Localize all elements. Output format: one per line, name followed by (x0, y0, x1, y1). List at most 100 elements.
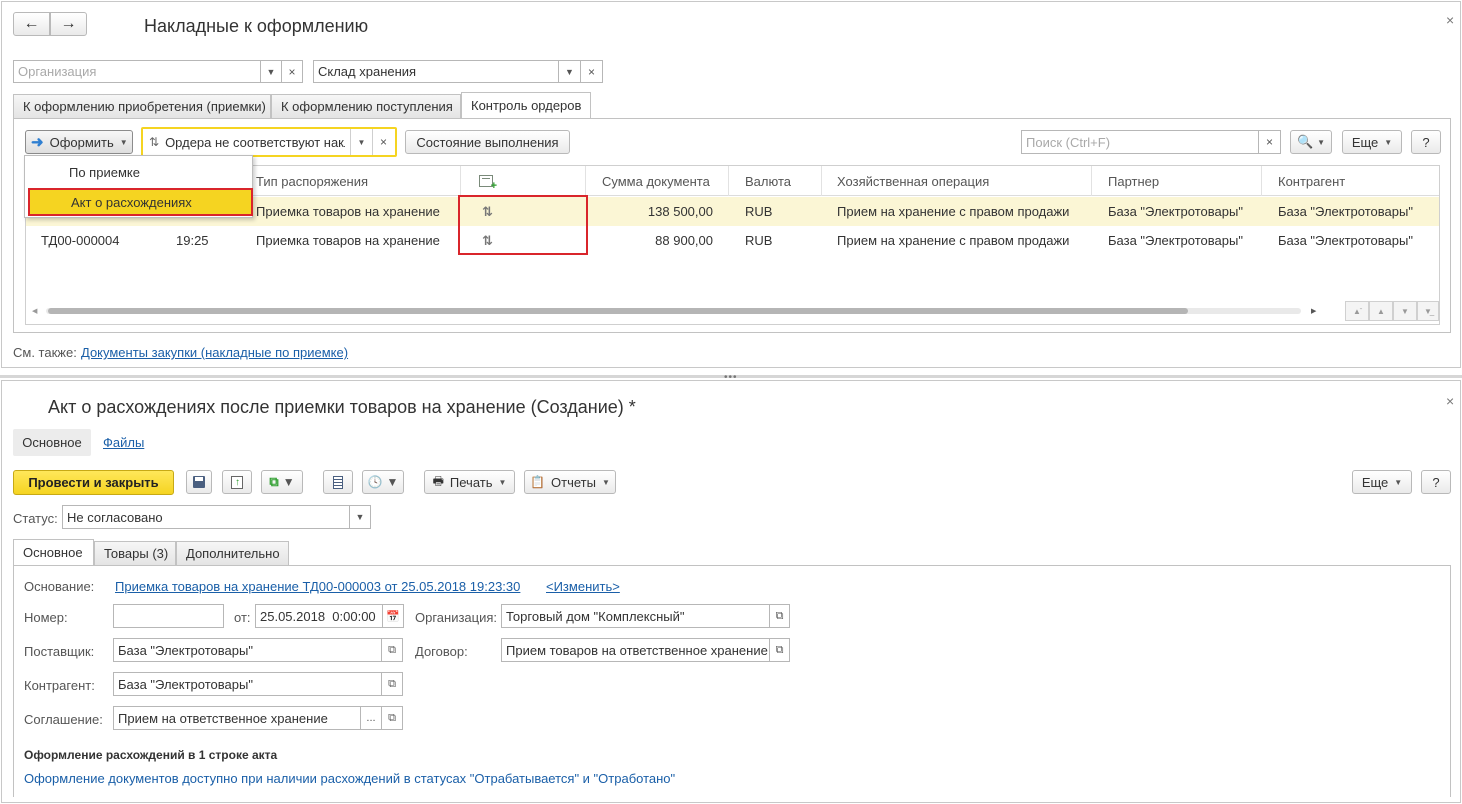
tab-receipt-processing[interactable]: К оформлению поступления (271, 94, 461, 118)
scroll-up-button[interactable]: ▲ (1369, 301, 1393, 321)
close-icon[interactable]: × (1446, 393, 1454, 409)
chevron-down-icon: ▼ (601, 477, 610, 487)
counterparty-field[interactable]: База "Электротовары" (113, 672, 382, 696)
post-and-close-button[interactable]: Провести и закрыть (13, 470, 174, 495)
open-icon: ⧉ (775, 609, 784, 622)
see-also-link[interactable]: Документы закупки (накладные по приемке) (81, 345, 348, 360)
scroll-left-icon[interactable]: ◀ (32, 305, 42, 317)
help-button[interactable]: ? (1411, 130, 1441, 154)
clear-icon: × (1265, 135, 1273, 149)
menu-item-discrepancy-act[interactable]: Акт о расхождениях (28, 188, 253, 216)
column-header-operation[interactable]: Хозяйственная операция (822, 166, 1092, 196)
help-button[interactable]: ? (1421, 470, 1451, 494)
oformit-button[interactable]: ➜ Оформить ▼ (25, 130, 133, 154)
save-button[interactable] (186, 470, 212, 494)
open-icon: ⧉ (775, 643, 784, 656)
counterparty-open-button[interactable]: ⧉ (381, 672, 403, 696)
warehouse-clear-button[interactable]: × (580, 60, 603, 83)
forward-button[interactable]: → (50, 12, 87, 36)
contract-field[interactable]: Прием товаров на ответственное хранение (501, 638, 770, 662)
organization-dropdown-button[interactable]: ▼ (260, 60, 282, 83)
order-filter-dropdown-button[interactable]: ▼ (350, 129, 372, 155)
cell-sum: 88 900,00 (655, 233, 713, 248)
organization-clear-button[interactable]: × (281, 60, 303, 83)
warehouse-dropdown-button[interactable]: ▼ (558, 60, 581, 83)
column-header-sum[interactable]: Сумма документа (586, 166, 729, 196)
report-icon: 📋 (530, 475, 546, 489)
tab-main[interactable]: Основное (13, 539, 94, 565)
nav-files[interactable]: Файлы (103, 435, 144, 450)
chevron-down-icon: ▼ (1401, 306, 1409, 316)
supplier-open-button[interactable]: ⧉ (381, 638, 403, 662)
supplier-field[interactable]: База "Электротовары" (113, 638, 382, 662)
chevron-down-icon: ▼ (1394, 477, 1403, 487)
reports-button[interactable]: 📋 Отчеты ▼ (524, 470, 616, 494)
status-label: Статус: (13, 511, 58, 526)
calendar-button[interactable]: 📅 (382, 604, 404, 628)
calendar-icon: 📅 (386, 610, 400, 623)
agreement-field[interactable]: Прием на ответственное хранение (113, 706, 361, 730)
scroll-to-bottom-button[interactable]: ▼̲ (1417, 301, 1439, 321)
cell-number: ТД00-000004 (41, 233, 120, 248)
change-basis-link[interactable]: <Изменить> (546, 579, 620, 594)
number-input[interactable] (113, 604, 224, 628)
back-button[interactable]: ← (13, 12, 50, 36)
execution-status-button[interactable]: Состояние выполнения (405, 130, 570, 154)
search-input[interactable]: Поиск (Ctrl+F) (1021, 130, 1259, 154)
tab-additional[interactable]: Дополнительно (176, 541, 289, 565)
chevron-down-icon: ▼ (565, 66, 574, 77)
column-header-currency[interactable]: Валюта (729, 166, 822, 196)
date-input[interactable]: 25.05.2018 0:00:00 (255, 604, 383, 628)
chevron-down-icon: ▼ (1317, 137, 1326, 147)
tab-purchase-processing[interactable]: К оформлению приобретения (приемки) (13, 94, 271, 118)
status-dropdown-button[interactable]: ▼ (349, 505, 371, 529)
document-structure-icon (333, 475, 343, 489)
order-filter-clear-button[interactable]: × (372, 129, 394, 155)
column-header-partner[interactable]: Партнер (1092, 166, 1262, 196)
organization-field[interactable]: Торговый дом "Комплексный" (501, 604, 770, 628)
scroll-down-button[interactable]: ▼ (1393, 301, 1417, 321)
column-header-type[interactable]: Тип распоряжения (246, 166, 461, 196)
status-select[interactable]: Не согласовано (62, 505, 350, 529)
clear-icon: × (288, 64, 296, 79)
agreement-open-button[interactable]: ⧉ (381, 706, 403, 730)
scroll-right-icon[interactable]: ▶ (1311, 305, 1321, 317)
scrollbar-thumb[interactable] (48, 308, 1188, 314)
sort-arrows-icon: ⇅ (149, 135, 160, 149)
basis-link[interactable]: Приемка товаров на хранение ТД00-000003 … (115, 579, 520, 594)
organization-label: Организация: (415, 610, 498, 625)
scroll-to-top-button[interactable]: ▲̄ (1345, 301, 1369, 321)
create-based-on-button[interactable]: ⧉ ▼ (261, 470, 303, 494)
cell-currency: RUB (745, 233, 773, 248)
post-button[interactable]: ↑ (222, 470, 252, 494)
cell-partner: База "Электротовары" (1108, 233, 1243, 248)
menu-item-by-receipt[interactable]: По приемке (25, 158, 252, 186)
table-row[interactable]: ТД00-000004 19:25 Приемка товаров на хра… (26, 226, 1439, 255)
agreement-select-button[interactable]: ... (360, 706, 382, 730)
print-button[interactable]: 🖶 Печать ▼ (424, 470, 515, 494)
tab-order-control[interactable]: Контроль ордеров (461, 92, 591, 118)
save-icon (193, 476, 205, 488)
more-button[interactable]: Еще ▼ (1352, 470, 1412, 494)
column-header-counterparty[interactable]: Контрагент (1262, 166, 1439, 196)
chevron-down-icon: ▼ (282, 475, 295, 489)
search-clear-button[interactable]: × (1258, 130, 1281, 154)
chevron-up-icon: ▲ (1377, 306, 1385, 316)
history-button[interactable]: 🕓 ▼ (362, 470, 404, 494)
chevron-down-icon: ▼ (266, 66, 276, 77)
search-button[interactable]: 🔍 ▼ (1290, 130, 1332, 154)
tab-goods[interactable]: Товары (3) (94, 541, 176, 565)
arrow-right-icon: → (60, 15, 77, 32)
organization-input[interactable]: Организация (13, 60, 261, 83)
organization-open-button[interactable]: ⧉ (769, 604, 790, 628)
close-icon[interactable]: × (1446, 12, 1454, 28)
warehouse-input[interactable]: Склад хранения (313, 60, 559, 83)
more-button[interactable]: Еще ▼ (1342, 130, 1402, 154)
structure-button[interactable] (323, 470, 353, 494)
cell-partner: База "Электротовары" (1108, 204, 1243, 219)
contract-open-button[interactable]: ⧉ (769, 638, 790, 662)
horizontal-scrollbar[interactable] (46, 308, 1301, 314)
nav-main[interactable]: Основное (13, 429, 91, 456)
column-header-icon[interactable]: + (461, 166, 586, 196)
oformit-menu: По приемке Акт о расхождениях (24, 155, 253, 218)
